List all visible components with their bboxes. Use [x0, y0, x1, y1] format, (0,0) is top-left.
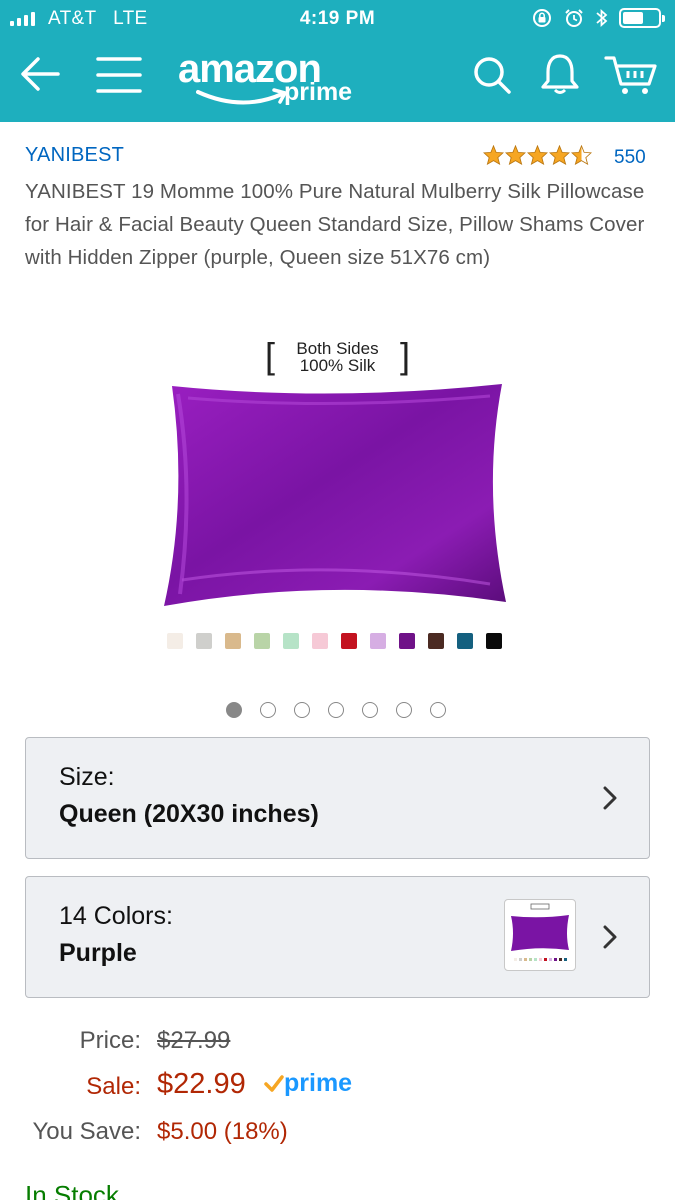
status-bar: AT&T LTE 4:19 PM	[0, 0, 675, 38]
color-swatch	[312, 633, 328, 649]
bell-icon[interactable]	[540, 52, 580, 96]
color-swatch	[486, 633, 502, 649]
star-full-icon	[483, 145, 504, 165]
search-icon[interactable]	[472, 55, 512, 95]
prime-badge: prime	[264, 1069, 352, 1098]
chevron-right-icon	[603, 786, 617, 810]
color-selector-button[interactable]: 14 Colors: Purple	[25, 876, 650, 998]
star-full-icon	[549, 145, 570, 165]
amazon-prime-logo[interactable]: amazon prime	[178, 46, 360, 110]
image-label: [ Both Sides 100% Silk ]	[265, 335, 410, 376]
battery-icon	[619, 8, 665, 28]
size-value: Queen (20X30 inches)	[59, 800, 319, 828]
color-swatch	[225, 633, 241, 649]
pillowcase-image	[164, 384, 506, 606]
prime-check-icon	[264, 1075, 284, 1092]
color-swatch	[457, 633, 473, 649]
sale-price: $22.99	[157, 1068, 246, 1100]
star-rating[interactable]	[483, 145, 592, 165]
size-selector-button[interactable]: Size: Queen (20X30 inches)	[25, 737, 650, 859]
color-swatch	[399, 633, 415, 649]
menu-icon[interactable]	[96, 56, 142, 94]
availability-status: In Stock	[25, 1180, 119, 1200]
sale-label: Sale:	[86, 1073, 141, 1100]
save-value: $5.00 (18%)	[157, 1118, 288, 1145]
color-swatch	[341, 633, 357, 649]
color-swatch	[196, 633, 212, 649]
smile-arrow-icon	[196, 88, 287, 105]
size-label: Size:	[59, 763, 115, 791]
star-half-icon	[571, 145, 592, 165]
product-image-carousel[interactable]: [ Both Sides 100% Silk ]	[150, 330, 525, 660]
review-count-link[interactable]: 550	[614, 147, 646, 169]
back-arrow-icon[interactable]	[18, 54, 62, 94]
color-thumbnail	[504, 899, 576, 971]
brand-link[interactable]: YANIBEST	[25, 144, 124, 167]
carousel-dot[interactable]	[260, 702, 276, 718]
color-swatch	[370, 633, 386, 649]
color-swatch	[428, 633, 444, 649]
carousel-dot[interactable]	[396, 702, 412, 718]
pillow-body	[164, 384, 506, 606]
color-swatch	[283, 633, 299, 649]
bluetooth-icon	[596, 8, 608, 28]
alarm-icon	[565, 9, 583, 27]
color-value: Purple	[59, 939, 137, 967]
cart-icon[interactable]	[604, 54, 658, 96]
chevron-right-icon	[603, 925, 617, 949]
list-price-row: Price: $27.99	[0, 1027, 675, 1061]
carousel-dot[interactable]	[294, 702, 310, 718]
product-title: YANIBEST 19 Momme 100% Pure Natural Mulb…	[25, 180, 645, 269]
color-count-label: 14 Colors:	[59, 902, 173, 930]
save-label: You Save:	[32, 1118, 141, 1145]
price-label: Price:	[79, 1027, 141, 1054]
star-full-icon	[527, 145, 548, 165]
color-swatch	[167, 633, 183, 649]
carousel-dot[interactable]	[328, 702, 344, 718]
savings-row: You Save: $5.00 (18%)	[0, 1118, 675, 1152]
carousel-dot[interactable]	[430, 702, 446, 718]
color-swatches	[167, 633, 502, 649]
star-full-icon	[505, 145, 526, 165]
carousel-dots[interactable]	[226, 702, 446, 718]
carousel-dot[interactable]	[362, 702, 378, 718]
rotation-lock-icon	[533, 9, 551, 27]
color-swatch	[254, 633, 270, 649]
list-price: $27.99	[157, 1027, 231, 1054]
carousel-dot[interactable]	[226, 702, 242, 718]
app-header: AT&T LTE 4:19 PM amazon prime	[0, 0, 675, 122]
